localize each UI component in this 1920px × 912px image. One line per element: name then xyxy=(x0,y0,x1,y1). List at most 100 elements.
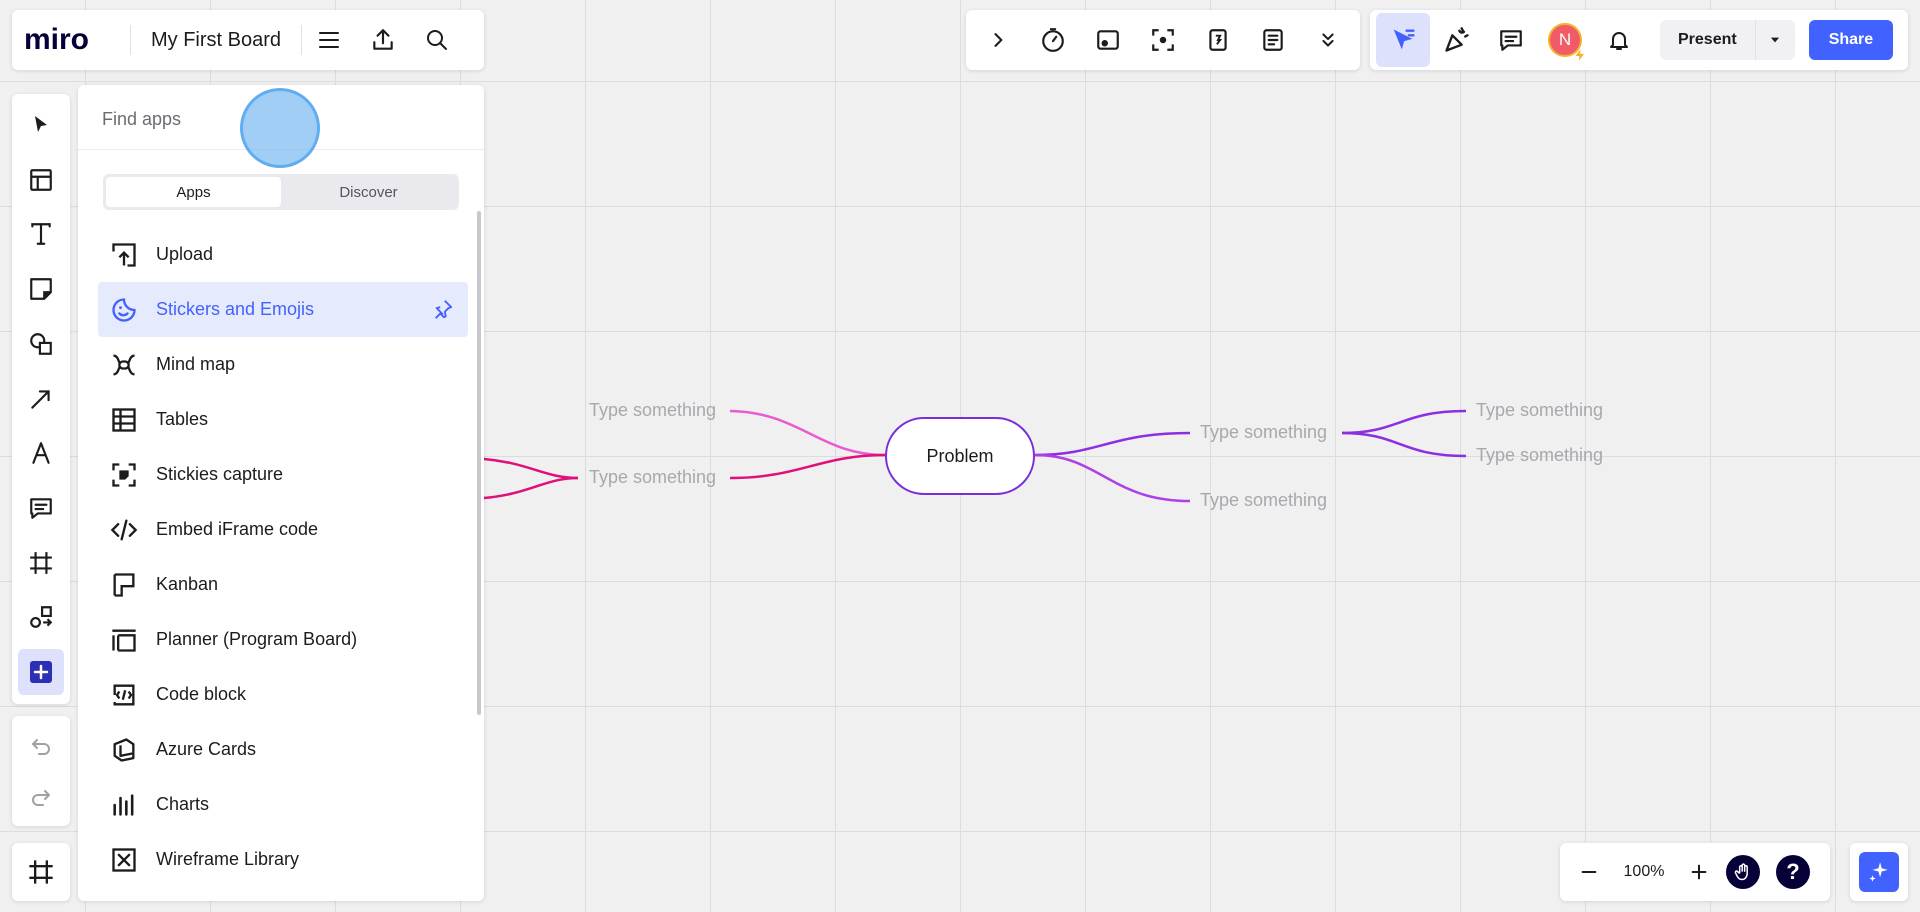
notification-bell-icon[interactable] xyxy=(1592,13,1646,67)
present-button[interactable]: Present xyxy=(1660,20,1755,60)
collaboration-toolbar xyxy=(966,10,1360,70)
app-item-embed-iframe-code[interactable]: Embed iFrame code xyxy=(98,502,468,557)
text-icon[interactable] xyxy=(18,211,64,257)
app-item-label: Upload xyxy=(156,244,214,264)
redo-icon[interactable] xyxy=(18,775,64,818)
pin-icon[interactable] xyxy=(432,298,454,320)
app-item-charts[interactable]: Charts xyxy=(98,777,468,832)
comments-icon[interactable] xyxy=(1484,13,1538,67)
select-cursor-icon[interactable] xyxy=(18,102,64,148)
branch-right-upper xyxy=(1034,431,1191,457)
code-embed-icon xyxy=(108,514,140,546)
branch-right-lower xyxy=(1034,453,1191,503)
stickies-capture-icon xyxy=(108,459,140,491)
cursor-select-icon[interactable] xyxy=(1376,13,1430,67)
app-item-stickers-and-emojis[interactable]: Stickers and Emojis xyxy=(98,282,468,337)
apps-tab-switcher: Apps Discover xyxy=(103,174,459,210)
ai-assistant-panel xyxy=(1850,843,1908,901)
app-item-planner[interactable]: Planner (Program Board) xyxy=(98,612,468,667)
shapes-icon[interactable] xyxy=(18,321,64,367)
chevron-right-icon[interactable] xyxy=(970,13,1025,67)
focus-mode-icon[interactable] xyxy=(1135,13,1190,67)
video-chat-icon[interactable] xyxy=(1080,13,1135,67)
comment-icon[interactable] xyxy=(18,485,64,531)
help-icon[interactable]: ? xyxy=(1776,855,1810,889)
zoom-out-icon[interactable] xyxy=(1568,851,1610,893)
tab-discover[interactable]: Discover xyxy=(281,177,456,207)
zoom-controls: 100% ? xyxy=(1560,843,1830,901)
branch-left-lower xyxy=(729,453,886,480)
branch-right-sub-2 xyxy=(1341,431,1467,458)
app-item-mind-map[interactable]: Mind map xyxy=(98,337,468,392)
reactions-icon[interactable] xyxy=(1430,13,1484,67)
diagram-shapes-icon[interactable] xyxy=(18,595,64,641)
notes-icon[interactable] xyxy=(1245,13,1300,67)
zoom-level[interactable]: 100% xyxy=(1610,863,1678,881)
search-icon[interactable] xyxy=(410,13,464,67)
user-avatar[interactable]: N xyxy=(1538,13,1592,67)
mind-map-center-node[interactable]: Problem xyxy=(885,417,1035,495)
pen-icon[interactable] xyxy=(18,430,64,476)
app-item-label: Wireframe Library xyxy=(156,849,300,869)
timer-icon[interactable] xyxy=(1025,13,1080,67)
app-item-label: Stickies capture xyxy=(156,464,284,484)
code-block-icon xyxy=(108,679,140,711)
ai-sparkle-icon[interactable] xyxy=(1859,852,1899,892)
app-item-label: Embed iFrame code xyxy=(156,519,319,539)
mind-map-icon xyxy=(108,349,140,381)
tab-apps[interactable]: Apps xyxy=(106,177,281,207)
table-icon xyxy=(108,404,140,436)
frames-icon xyxy=(29,860,53,884)
undo-redo-panel xyxy=(12,716,70,826)
app-item-wireframe-library[interactable]: Wireframe Library xyxy=(98,832,468,887)
upload-icon xyxy=(108,239,140,271)
avatar[interactable]: N xyxy=(1548,23,1585,61)
mind-map-node-left-lower[interactable]: Type something xyxy=(589,467,716,488)
board-title[interactable]: My First Board xyxy=(131,29,301,52)
app-item-stickies-capture[interactable]: Stickies capture xyxy=(98,447,468,502)
templates-icon[interactable] xyxy=(18,157,64,203)
branch-right-sub-1 xyxy=(1341,409,1467,435)
app-item-azure-cards[interactable]: Azure Cards xyxy=(98,722,468,777)
app-item-tables[interactable]: Tables xyxy=(98,392,468,447)
kanban-icon xyxy=(108,569,140,601)
sticker-icon xyxy=(108,294,140,326)
voting-icon[interactable] xyxy=(1190,13,1245,67)
undo-icon[interactable] xyxy=(18,724,64,767)
miro-logo[interactable]: miro xyxy=(24,25,106,55)
chevron-down-icon[interactable] xyxy=(1754,20,1795,60)
lightning-icon xyxy=(1575,49,1585,61)
mind-map-node-left-upper[interactable]: Type something xyxy=(589,400,716,421)
mind-map-subnode-1[interactable]: Type something xyxy=(1476,400,1603,421)
mind-map-subnode-2[interactable]: Type something xyxy=(1476,445,1603,466)
mind-map-node-right-lower[interactable]: Type something xyxy=(1200,490,1327,511)
charts-icon xyxy=(108,789,140,821)
arrow-line-icon[interactable] xyxy=(18,376,64,422)
branch-far-left-1 xyxy=(483,457,579,480)
app-item-label: Code block xyxy=(156,684,247,704)
app-item-label: Charts xyxy=(156,794,210,814)
app-item-code-block[interactable]: Code block xyxy=(98,667,468,722)
frame-icon[interactable] xyxy=(18,540,64,586)
azure-cards-icon xyxy=(108,734,140,766)
export-icon[interactable] xyxy=(356,13,410,67)
more-apps-plus-icon[interactable] xyxy=(18,649,64,696)
frames-panel-button[interactable] xyxy=(12,843,70,901)
divider xyxy=(78,149,484,150)
app-item-kanban[interactable]: Kanban xyxy=(98,557,468,612)
app-item-label: Azure Cards xyxy=(156,739,257,759)
zoom-in-icon[interactable] xyxy=(1678,851,1720,893)
find-apps-input[interactable]: Find apps xyxy=(102,109,181,130)
apps-scrollbar[interactable] xyxy=(477,211,481,715)
double-chevron-down-icon[interactable] xyxy=(1300,13,1355,67)
branch-far-left-2 xyxy=(483,476,579,500)
apps-panel: Find apps Apps Discover Upload Stickers … xyxy=(78,85,484,901)
sticky-note-icon[interactable] xyxy=(18,266,64,312)
mind-map-node-right-upper[interactable]: Type something xyxy=(1200,422,1327,443)
planner-icon xyxy=(108,624,140,656)
menu-icon[interactable] xyxy=(302,13,356,67)
share-button[interactable]: Share xyxy=(1808,20,1894,60)
app-item-label: Mind map xyxy=(156,354,236,374)
hand-tool-icon[interactable] xyxy=(1726,855,1760,889)
app-item-upload[interactable]: Upload xyxy=(98,227,468,282)
